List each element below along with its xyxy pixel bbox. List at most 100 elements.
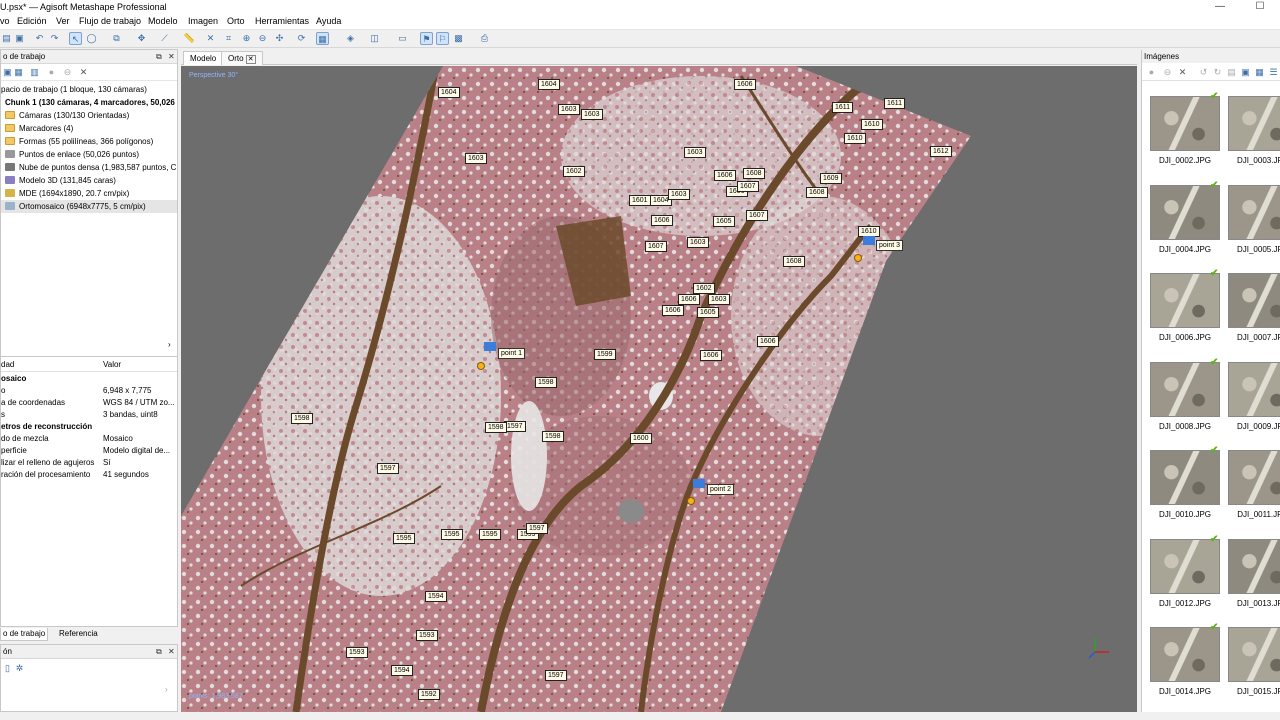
marker-label[interactable]: 1597: [545, 670, 567, 681]
display-mode-icon[interactable]: ◈: [344, 32, 357, 45]
marker-label[interactable]: 1612: [930, 146, 952, 157]
marker-label[interactable]: 1605: [713, 216, 735, 227]
point-marker[interactable]: [854, 254, 862, 262]
tab-model[interactable]: Modelo: [183, 51, 224, 65]
marker-label[interactable]: 1610: [861, 119, 883, 130]
view-list-icon[interactable]: ☰: [1267, 66, 1280, 79]
marker-label[interactable]: 1594: [391, 665, 413, 676]
draw-polyline-icon[interactable]: ⟋: [158, 32, 171, 45]
marker-label[interactable]: 1609: [820, 173, 842, 184]
image-thumbnail[interactable]: [1228, 450, 1280, 505]
marker-label[interactable]: 1601: [629, 195, 651, 206]
menu-edicion[interactable]: Edición: [17, 16, 47, 26]
image-thumbnail[interactable]: [1228, 273, 1280, 328]
filter-icon[interactable]: ▤: [1225, 66, 1238, 79]
delete-icon[interactable]: ✕: [204, 32, 217, 45]
disable-icon[interactable]: ⊖: [61, 66, 74, 79]
point-label[interactable]: point 1: [498, 348, 526, 359]
marker-label[interactable]: 1603: [558, 104, 580, 115]
flag-icon[interactable]: ⚐: [436, 32, 449, 45]
add-folder-icon[interactable]: ▥: [28, 66, 41, 79]
image-thumbnail[interactable]: [1228, 361, 1280, 417]
image-thumbnail[interactable]: [1150, 361, 1220, 417]
image-thumbnail[interactable]: [1150, 184, 1220, 240]
marker-label[interactable]: 1605: [697, 307, 719, 318]
model-viewport[interactable]: Perspective 30° points: 1,983,587 1604 1…: [181, 66, 1137, 712]
point-marker[interactable]: [477, 362, 485, 370]
float-icon[interactable]: ⧉: [156, 645, 162, 659]
menu-imagen[interactable]: Imagen: [188, 16, 218, 26]
marker-label[interactable]: 1606: [651, 215, 673, 226]
remove-icon[interactable]: ✕: [1176, 66, 1189, 79]
float-icon[interactable]: ⧉: [156, 50, 162, 64]
tab-workspace[interactable]: o de trabajo: [0, 628, 49, 641]
close-icon[interactable]: ✕: [168, 645, 175, 659]
redo-icon[interactable]: ↷: [48, 32, 61, 45]
region-icon[interactable]: ⧉: [110, 32, 123, 45]
maximize-button[interactable]: ☐: [1240, 0, 1280, 14]
point-marker[interactable]: [687, 497, 695, 505]
marker-label[interactable]: 1603: [687, 237, 709, 248]
marker-label[interactable]: 1598: [485, 422, 507, 433]
save-icon[interactable]: ▣: [13, 32, 26, 45]
marker-label[interactable]: 1604: [438, 87, 460, 98]
disable-icon[interactable]: ⊖: [1161, 66, 1174, 79]
tree-orthomosaic[interactable]: Ortomosaico (6948x7775, 5 cm/pix): [1, 200, 177, 213]
close-icon[interactable]: ✕: [168, 50, 175, 64]
grid-view-icon[interactable]: ▦: [316, 32, 329, 45]
enable-icon[interactable]: ●: [1145, 66, 1158, 79]
ortho-icon[interactable]: ▭: [396, 32, 409, 45]
marker-label[interactable]: 1607: [645, 241, 667, 252]
marker-label[interactable]: 1599: [594, 349, 616, 360]
image-thumbnail[interactable]: [1150, 273, 1220, 328]
menu-archivo[interactable]: vo: [0, 16, 10, 26]
tree-tie-points[interactable]: Puntos de enlace (50,026 puntos): [1, 148, 177, 161]
image-thumbnail[interactable]: [1228, 627, 1280, 682]
menu-herramientas[interactable]: Herramientas: [255, 16, 309, 26]
ruler-icon[interactable]: 📏: [183, 32, 196, 45]
tab-reference[interactable]: Referencia: [59, 628, 98, 640]
image-thumbnail[interactable]: [1228, 538, 1280, 594]
marker-label[interactable]: 1602: [563, 166, 585, 177]
marker-label[interactable]: 1606: [734, 79, 756, 90]
marker-label[interactable]: 1608: [806, 187, 828, 198]
marker-label[interactable]: 1611: [884, 98, 906, 109]
marker-label[interactable]: 1603: [684, 147, 706, 158]
rotate-left-icon[interactable]: ↺: [1197, 66, 1210, 79]
console-settings-icon[interactable]: ✲: [13, 662, 26, 675]
marker-label[interactable]: 1603: [668, 189, 690, 200]
marker-label[interactable]: 1592: [418, 689, 440, 700]
marker-label[interactable]: 1603: [581, 109, 603, 120]
ellipse-select-icon[interactable]: ◯: [85, 32, 98, 45]
tree-cameras[interactable]: Cámaras (130/130 Orientadas): [1, 109, 177, 122]
image-thumbnail[interactable]: [1150, 96, 1220, 151]
marker-label[interactable]: 1606: [757, 336, 779, 347]
view-large-icon[interactable]: ▣: [1239, 66, 1252, 79]
marker-label[interactable]: 1607: [737, 181, 759, 192]
marker-label[interactable]: 1606: [662, 305, 684, 316]
markers-icon[interactable]: ⚑: [420, 32, 433, 45]
marker-label[interactable]: 1603: [465, 153, 487, 164]
marker-label[interactable]: 1597: [526, 523, 548, 534]
marker-label[interactable]: 1593: [346, 647, 368, 658]
menu-flujo[interactable]: Flujo de trabajo: [79, 16, 141, 26]
point-label[interactable]: point 3: [876, 240, 904, 251]
image-thumbnail[interactable]: [1150, 538, 1220, 594]
point-label[interactable]: point 2: [707, 484, 735, 495]
image-thumbnail[interactable]: [1150, 450, 1220, 505]
menu-orto[interactable]: Orto: [227, 16, 245, 26]
tree-workspace[interactable]: pacio de trabajo (1 bloque, 130 cámaras): [1, 83, 147, 96]
image-thumbnail[interactable]: [1150, 627, 1220, 682]
marker-label[interactable]: 1595: [479, 529, 501, 540]
rotate-icon[interactable]: ⟳: [295, 32, 308, 45]
zoom-out-icon[interactable]: ⊖: [256, 32, 269, 45]
shapes-icon[interactable]: ▩: [452, 32, 465, 45]
marker-label[interactable]: 1597: [504, 421, 526, 432]
marker-label[interactable]: 1606: [678, 294, 700, 305]
navigation-icon[interactable]: ↖: [69, 32, 82, 45]
marker-label[interactable]: 1607: [746, 210, 768, 221]
marker-label[interactable]: 1611: [832, 102, 854, 113]
marker-label[interactable]: 1602: [693, 283, 715, 294]
marker-label[interactable]: 1598: [291, 413, 313, 424]
marker-label[interactable]: 1593: [416, 630, 438, 641]
